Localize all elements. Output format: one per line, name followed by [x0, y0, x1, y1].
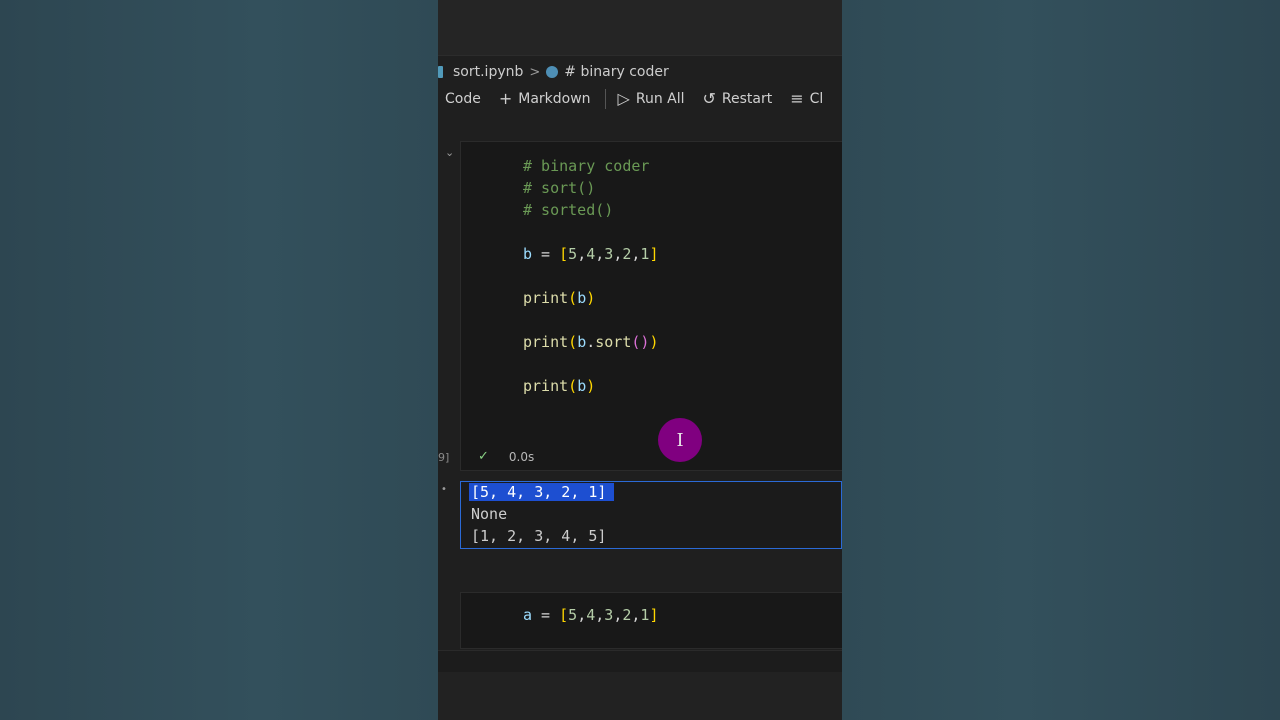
output-toolbar-icon[interactable]: •: [441, 484, 447, 495]
restart-button[interactable]: ↺ Restart: [702, 89, 773, 108]
editor-top-strip: [438, 0, 842, 56]
notebook-toolbar: Code + Markdown ▷ Run All ↺ Restart ≡ Cl: [438, 86, 842, 112]
output-selection[interactable]: [5, 4, 3, 2, 1]: [469, 483, 615, 501]
editor-footer: [438, 672, 842, 720]
clear-icon: ≡: [790, 89, 804, 108]
code-line[interactable]: a = [5,4,3,2,1]: [523, 606, 658, 624]
code-cell-2[interactable]: a = [5,4,3,2,1]: [460, 592, 842, 649]
add-markdown-cell-button[interactable]: + Markdown: [498, 89, 591, 108]
output-line[interactable]: None: [471, 505, 507, 523]
plus-icon: +: [498, 89, 513, 108]
python-cell-icon: [546, 66, 559, 78]
run-all-label: Run All: [635, 91, 685, 107]
code-line[interactable]: print(b): [523, 289, 595, 307]
code-line[interactable]: print(b): [523, 377, 595, 395]
code-cell[interactable]: # binary coder # sort() # sorted() b = […: [460, 141, 842, 471]
play-icon: ▷: [617, 89, 630, 108]
code-line[interactable]: # binary coder: [523, 157, 649, 175]
output-line[interactable]: [1, 2, 3, 4, 5]: [471, 527, 606, 545]
restart-label: Restart: [721, 91, 773, 107]
output-line[interactable]: [5, 4, 3, 2, 1]: [469, 483, 615, 501]
execution-count: 9]: [438, 451, 450, 464]
run-all-button[interactable]: ▷ Run All: [617, 89, 685, 108]
code-label: Code: [445, 91, 481, 107]
markdown-label: Markdown: [518, 91, 591, 107]
code-line[interactable]: b = [5,4,3,2,1]: [523, 245, 658, 263]
breadcrumb-separator: >: [529, 64, 541, 80]
notebook-file-icon: [438, 66, 443, 78]
breadcrumb-file[interactable]: sort.ipynb: [453, 64, 523, 80]
restart-icon: ↺: [702, 89, 716, 108]
breadcrumb-cell[interactable]: # binary coder: [564, 64, 668, 80]
clear-label: Cl: [809, 91, 824, 107]
notebook-editor: sort.ipynb > # binary coder Code + Markd…: [438, 0, 842, 720]
text-cursor-icon: I: [658, 418, 702, 462]
toolbar-divider: [604, 89, 606, 109]
cell-output[interactable]: [5, 4, 3, 2, 1] None [1, 2, 3, 4, 5]: [460, 481, 842, 549]
check-icon: ✓: [478, 449, 489, 464]
cell-status: ✓ 0.0s: [478, 449, 534, 464]
background-left: [0, 0, 438, 720]
code-line[interactable]: print(b.sort()): [523, 333, 658, 351]
breadcrumb: sort.ipynb > # binary coder: [438, 62, 669, 82]
editor-bottom-bar: [438, 650, 842, 673]
background-right: [842, 0, 1280, 720]
code-line[interactable]: # sort(): [523, 179, 595, 197]
code-line[interactable]: # sorted(): [523, 201, 613, 219]
clear-outputs-button[interactable]: ≡ Cl: [790, 89, 824, 108]
add-code-cell-button[interactable]: Code: [445, 91, 481, 107]
collapse-chevron-icon[interactable]: ⌄: [445, 146, 454, 159]
execution-duration: 0.0s: [508, 449, 535, 464]
